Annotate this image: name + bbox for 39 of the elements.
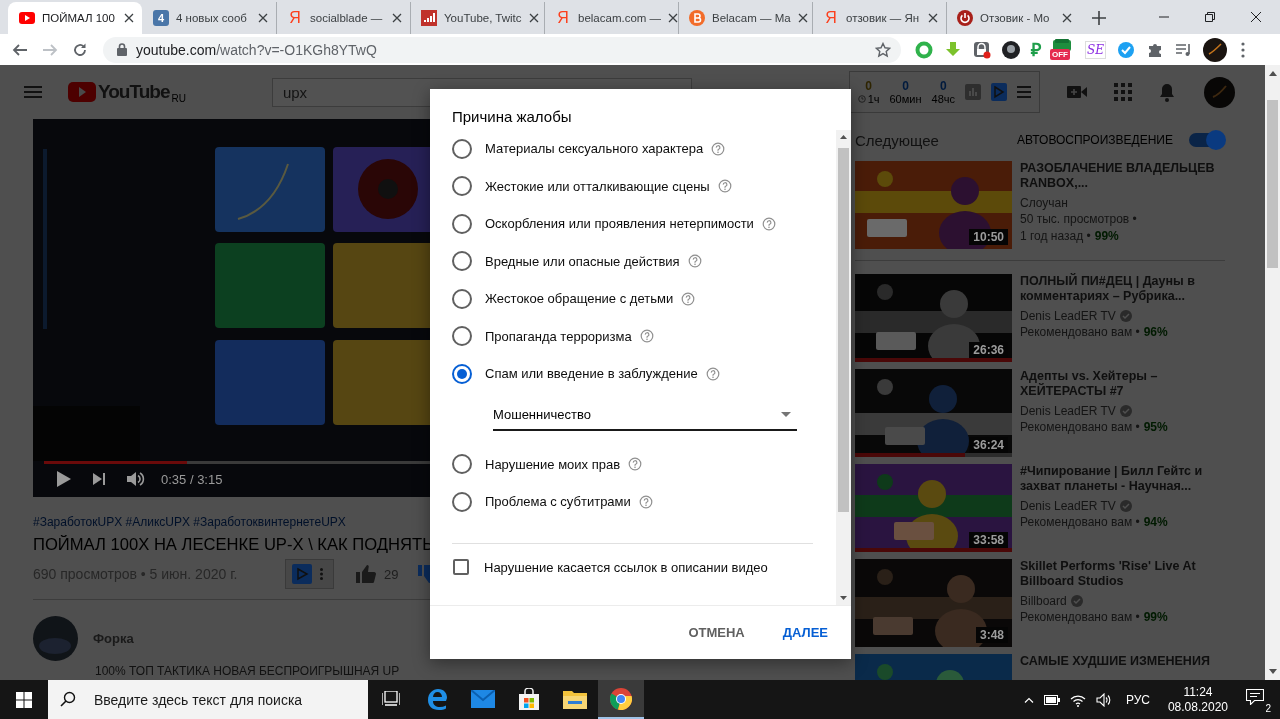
duration-badge: 10:50 [969,229,1008,245]
section-title: Следующее [855,131,939,149]
duration-badge: 3:48 [975,627,1008,643]
rating-percent: 96% [1143,324,1168,341]
video-description: 100% ТОП ТАКТИКА НОВАЯ БЕСПРОИГРЫШНАЯ UP [95,664,401,678]
video-meta: Рекомендовано вам • [1020,609,1140,626]
channel-name: Denis LeadER TV [1020,403,1116,419]
rating-percent: 99% [1094,228,1119,245]
channel-name: Denis LeadER TV [1020,498,1116,514]
off-badge: OFF [1050,48,1070,60]
stat-label: 1ч [867,93,880,105]
video-meta: Рекомендовано вам • [1020,324,1140,341]
video-title: ПОЙМАЛ 100X НА ЛЕСЕНКЕ UP-X \ КАК ПОДНЯТЬ [33,534,435,556]
region-label: RU [171,92,186,104]
letter-logo: Я [556,10,570,26]
autoplay-label: АВТОВОСПРОИЗВЕДЕНИЕ [1017,133,1173,147]
stat-label: 48чс [931,93,955,105]
video-meta: Рекомендовано вам • [1020,419,1140,436]
stat-value: 0 [902,79,909,93]
rating-percent: 99% [1143,609,1168,626]
channel-name: Слоучан [1020,195,1068,211]
notification-count: 2 [1264,702,1272,714]
count-badge: 4 [153,10,169,26]
letter-logo: Я [288,10,302,26]
url-text: youtube.com/watch?v=-O1KGh8YTwQ [136,41,378,58]
video-meta: 1 год назад • [1020,228,1091,245]
stat-value: 0 [939,79,947,93]
time-display: 0:35 / 3:15 [161,471,223,487]
channel-name: Denis LeadER TV [1020,308,1116,324]
rating-percent: 95% [1143,419,1168,436]
rating-percent: 94% [1143,514,1168,531]
letter-logo: Я [824,10,838,26]
duration-badge: 33:58 [969,532,1008,548]
dialog-title: Причина жалобы [451,107,573,127]
channel-name: Billboard [1020,593,1067,609]
video-meta: Рекомендовано вам • [1020,514,1140,531]
video-meta: 50 тыс. просмотров • [1020,211,1137,228]
stat-label: 60мин [889,93,922,105]
stat-value: 0 [865,79,872,93]
